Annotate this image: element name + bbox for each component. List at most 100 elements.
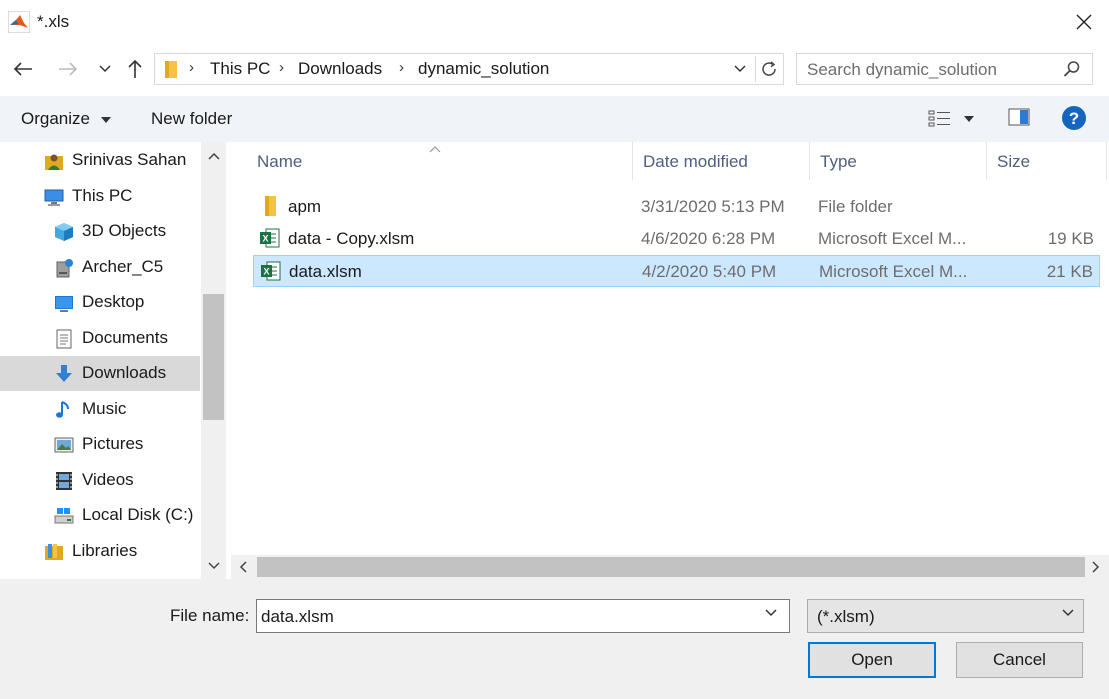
file-date: 4/2/2020 5:40 PM (642, 262, 777, 281)
sidebar-scrollbar[interactable] (201, 142, 226, 579)
file-type: File folder (818, 197, 893, 216)
column-header-size[interactable]: Size (987, 142, 1107, 180)
sidebar-item-this-pc[interactable]: This PC (0, 179, 200, 214)
pictures-icon (54, 437, 74, 453)
file-name-value: data.xlsm (261, 607, 334, 626)
caret-down-icon[interactable] (964, 116, 974, 122)
preview-pane-icon[interactable] (1008, 108, 1030, 126)
up-button[interactable] (120, 54, 150, 84)
breadcrumb-dynamic-solution[interactable]: dynamic_solution (418, 59, 549, 79)
file-type: Microsoft Excel M... (818, 229, 967, 248)
sidebar-item-libraries[interactable]: Libraries (0, 534, 200, 569)
up-arrow-icon (128, 59, 142, 78)
breadcrumb-separator: › (399, 59, 404, 76)
sidebar-item-srinivas-sahan[interactable]: Srinivas Sahan (0, 143, 200, 178)
search-input[interactable]: Search dynamic_solution (807, 60, 997, 80)
sidebar-item-label: Music (82, 398, 127, 418)
close-icon (1076, 14, 1092, 30)
sidebar-item-local-disk-c[interactable]: Local Disk (C:) (0, 498, 200, 533)
address-history-dropdown[interactable] (729, 58, 751, 80)
breadcrumb-separator: › (189, 59, 194, 76)
computer-icon (44, 189, 64, 206)
sidebar-item-pictures[interactable]: Pictures (0, 427, 200, 462)
refresh-button[interactable] (755, 56, 781, 82)
cancel-button[interactable]: Cancel (956, 642, 1083, 678)
sidebar-item-label: Archer_C5 (82, 256, 164, 276)
sidebar-item-label: Videos (82, 469, 134, 489)
chevron-down-icon[interactable] (765, 609, 777, 617)
navigation-pane: Srinivas Sahan This PC 3D Objects Archer_C5… (0, 142, 226, 579)
forward-arrow-icon (59, 62, 78, 76)
forward-button[interactable] (53, 54, 83, 84)
search-box[interactable]: Search dynamic_solution (796, 53, 1093, 85)
music-note-icon (56, 400, 69, 418)
sidebar-item-documents[interactable]: Documents (0, 321, 200, 356)
sidebar-item-downloads[interactable]: Downloads (0, 356, 200, 391)
sidebar-item-label: Libraries (72, 540, 138, 560)
sidebar-item-label: 3D Objects (82, 221, 167, 240)
drive-icon (54, 508, 74, 524)
matlab-app-icon (8, 11, 30, 33)
new-folder-button[interactable]: New folder (151, 109, 232, 129)
file-name-input[interactable]: data.xlsm (256, 599, 790, 633)
sidebar-item-archer-c5[interactable]: Archer_C5 (0, 250, 200, 285)
file-row[interactable]: apm 3/31/2020 5:13 PM File folder (253, 191, 1100, 223)
sidebar-item-label: Downloads (82, 363, 167, 382)
breadcrumb-this-pc[interactable]: This PC (210, 59, 270, 79)
sidebar-item-videos[interactable]: Videos (0, 463, 200, 498)
sidebar-item-3d-objects[interactable]: 3D Objects (0, 214, 200, 249)
file-date: 3/31/2020 5:13 PM (641, 197, 785, 216)
document-icon (56, 329, 72, 348)
scroll-up-icon[interactable] (206, 148, 222, 164)
scroll-down-icon[interactable] (206, 558, 222, 574)
file-row[interactable]: Xdata.xlsm 4/2/2020 5:40 PM Microsoft Exce… (253, 255, 1100, 287)
file-type: Microsoft Excel M... (819, 262, 968, 281)
address-bar[interactable]: › This PC › Downloads › dynamic_solution (154, 53, 784, 85)
file-name: data - Copy.xlsm (288, 229, 415, 248)
file-row[interactable]: Xdata - Copy.xlsm 4/6/2020 6:28 PM Microso… (253, 223, 1100, 255)
file-type-value: (*.xlsm) (817, 607, 875, 626)
view-options-icon[interactable] (928, 109, 952, 127)
folder-icon (165, 61, 177, 78)
close-button[interactable] (1062, 4, 1106, 40)
sidebar-scroll-thumb[interactable] (203, 294, 224, 420)
file-date: 4/6/2020 6:28 PM (641, 229, 776, 248)
window-title: *.xls (37, 12, 70, 31)
recent-locations-button[interactable] (90, 54, 120, 84)
file-list: Name Date modified Type Size apm 3/31/202… (231, 142, 1109, 579)
scroll-left-icon[interactable] (234, 558, 252, 576)
open-button[interactable]: Open (808, 642, 936, 678)
search-icon (1063, 61, 1080, 77)
sidebar-item-music[interactable]: Music (0, 392, 200, 427)
organize-button[interactable]: Organize (21, 109, 111, 129)
sidebar-item-label: Local Disk (C:) (82, 505, 194, 524)
chevron-down-icon (734, 65, 746, 73)
file-name-label: File name: (170, 606, 250, 625)
svg-text:X: X (262, 234, 268, 244)
chevron-down-icon (1062, 609, 1074, 617)
film-icon (56, 471, 72, 490)
download-arrow-icon (56, 365, 72, 382)
breadcrumb-separator: › (279, 59, 284, 76)
column-header-name[interactable]: Name (231, 142, 633, 180)
back-button[interactable] (8, 54, 38, 84)
organize-label: Organize (21, 109, 90, 128)
scroll-right-icon[interactable] (1087, 558, 1105, 576)
svg-text:X: X (263, 267, 269, 277)
sidebar-item-desktop[interactable]: Desktop (0, 285, 200, 320)
file-list-scrollbar[interactable] (231, 555, 1109, 579)
command-toolbar: Organize New folder ? (0, 96, 1109, 142)
file-type-select[interactable]: (*.xlsm) (807, 599, 1084, 633)
excel-file-icon: X (260, 228, 280, 248)
column-header-date[interactable]: Date modified (633, 142, 810, 180)
file-size: 19 KB (1047, 229, 1094, 248)
network-drive-icon (56, 258, 73, 277)
folder-icon (265, 196, 276, 216)
chevron-down-icon (99, 65, 111, 73)
help-icon[interactable]: ? (1061, 105, 1087, 131)
horizontal-scroll-thumb[interactable] (257, 557, 1085, 577)
sidebar-item-label: This PC (72, 185, 133, 205)
breadcrumb-downloads[interactable]: Downloads (298, 59, 382, 79)
sidebar-item-label: Desktop (82, 292, 145, 311)
column-header-type[interactable]: Type (810, 142, 987, 180)
